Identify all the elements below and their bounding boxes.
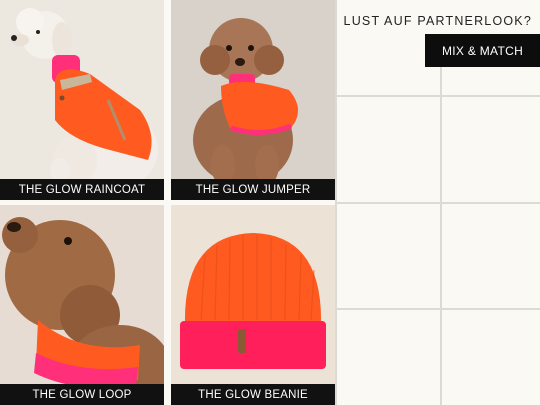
product-tile-jumper[interactable]: THE GLOW JUMPER <box>171 0 335 200</box>
product-tile-beanie[interactable]: THE GLOW BEANIE <box>171 205 335 405</box>
product-caption[interactable]: THE GLOW LOOP <box>0 384 164 405</box>
product-caption[interactable]: THE GLOW RAINCOAT <box>0 179 164 200</box>
product-caption[interactable]: THE GLOW BEANIE <box>171 384 335 405</box>
raincoat-photo <box>0 0 164 200</box>
grid-divider <box>335 95 540 97</box>
grid-divider <box>335 202 540 204</box>
product-caption[interactable]: THE GLOW JUMPER <box>171 179 335 200</box>
grid-divider <box>335 308 540 310</box>
mix-match-button[interactable]: MIX & MATCH <box>425 34 540 67</box>
product-tile-loop[interactable]: THE GLOW LOOP <box>0 205 164 405</box>
jumper-photo <box>171 0 335 200</box>
promo-headline: LUST AUF PARTNERLOOK? <box>343 14 532 28</box>
product-tile-raincoat[interactable]: THE GLOW RAINCOAT <box>0 0 164 200</box>
grid-divider <box>440 67 442 405</box>
beanie-photo <box>171 205 335 405</box>
loop-photo <box>0 205 164 405</box>
